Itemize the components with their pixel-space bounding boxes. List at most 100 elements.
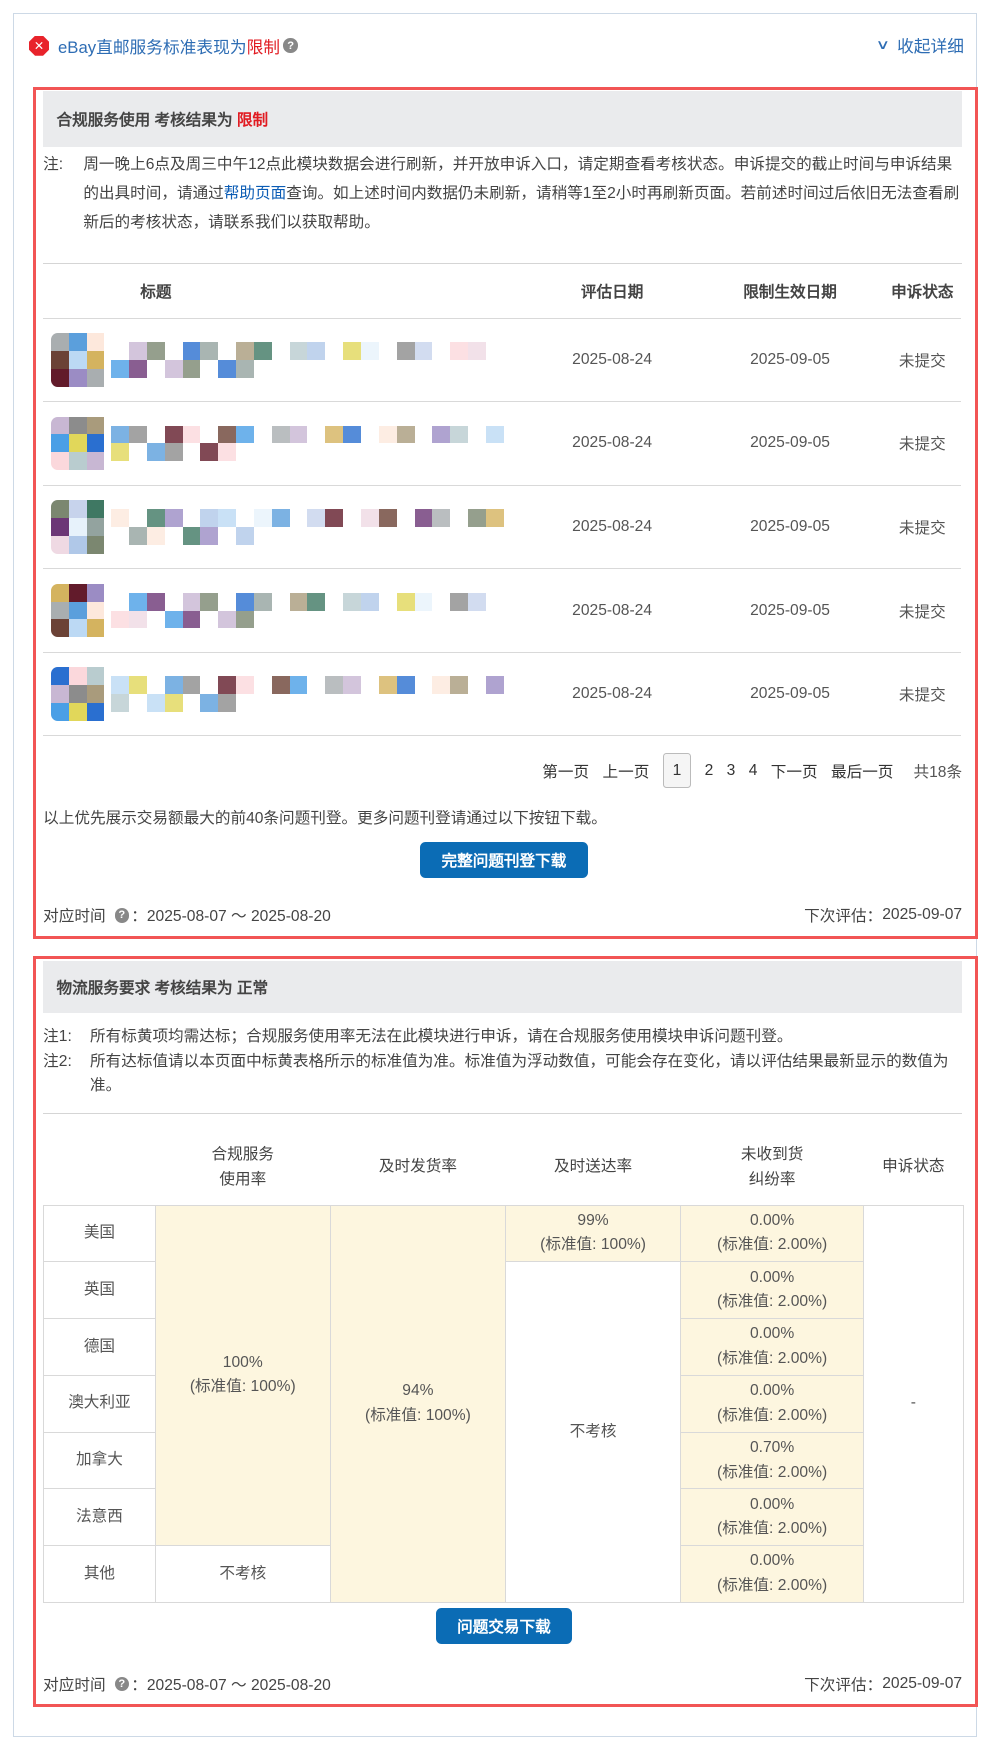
help-icon[interactable]: ? (283, 38, 298, 53)
appeal-status: 未提交 (883, 401, 962, 486)
next-eval-date: 2025-09-07 (882, 1675, 963, 1693)
total-count: 共18条 (913, 763, 963, 781)
country: 德国 (43, 1318, 156, 1376)
th-line: 合规服务 (211, 1146, 274, 1164)
appeal-status: 未提交 (883, 568, 962, 653)
last-page-link[interactable]: 最后一页 (831, 760, 893, 782)
value: 0.00% (749, 1382, 795, 1400)
prev-page-link[interactable]: 上一页 (602, 760, 649, 782)
country: 澳大利亚 (43, 1374, 156, 1433)
listing-title-blurred[interactable] (111, 592, 504, 629)
listing-title-blurred[interactable] (111, 676, 504, 712)
standard: (标准值: 100%) (189, 1378, 296, 1396)
effective-date: 2025-09-05 (696, 485, 884, 570)
pagination: 第一页 上一页 1 2 3 4 下一页 最后一页 共18条 (542, 752, 963, 789)
eval-date: 2025-08-24 (527, 401, 697, 486)
download-listings-button[interactable]: 完整问题刊登下载 (420, 841, 588, 878)
download-transactions-button[interactable]: 问题交易下载 (435, 1608, 572, 1645)
listing-title-blurred[interactable] (111, 425, 504, 462)
col-title: 标题 (43, 264, 269, 319)
effective-date: 2025-09-05 (696, 318, 884, 403)
problem-listings-table: 标题 评估日期 限制生效日期 申诉状态 2025-08-24 2025-09-0… (43, 264, 962, 737)
col-delivery-rate: 及时送达率 (554, 1158, 633, 1176)
col-appeal-status: 申诉状态 (883, 264, 962, 319)
inr-rate-cell: 0.00% (标准值: 2.00%) (680, 1374, 865, 1433)
country: 英国 (43, 1261, 156, 1320)
colon: ： (131, 908, 147, 926)
next-eval-label: 下次评估： (804, 1677, 883, 1695)
listing-thumbnail[interactable] (50, 583, 105, 638)
section-title-text: 合规服务使用 考核结果为 (56, 112, 233, 130)
standard: (标准值: 100%) (540, 1236, 646, 1254)
next-eval: 下次评估： 2025-09-07 (804, 1673, 962, 1695)
logistics-notes: 注1: 所有标黄项均需达标；合规服务使用率无法在此模块进行申诉，请在合规服务使用模… (43, 1025, 962, 1099)
page-3[interactable]: 3 (727, 762, 736, 780)
compliance-section: 合规服务使用 考核结果为 限制 注: 周一晚上6点及周三中午12点此模块数据会进… (33, 87, 979, 940)
header-status: 限制 (246, 37, 281, 57)
col-appeal-status: 申诉状态 (882, 1158, 945, 1176)
compliance-result: 限制 (236, 112, 269, 130)
listing-thumbnail[interactable] (50, 500, 105, 554)
listing-title-blurred[interactable] (111, 509, 504, 545)
divider (43, 1113, 963, 1115)
country: 其他 (43, 1545, 156, 1603)
table-row[interactable]: 2025-08-24 2025-09-05 未提交 (43, 401, 962, 486)
compliance-section-title: 合规服务使用 考核结果为 限制 (43, 91, 963, 147)
delivery-rate-cell: 99% (标准值: 100%) (504, 1204, 682, 1263)
standard: (标准值: 2.00%) (717, 1577, 828, 1595)
standard: (标准值: 2.00%) (717, 1406, 828, 1424)
page-2[interactable]: 2 (705, 762, 714, 780)
effective-date: 2025-09-05 (696, 652, 884, 737)
note2-text: 所有达标值请以本页面中标黄表格所示的标准值为准。标准值为浮动数值，可能会存在变化… (90, 1052, 949, 1095)
eval-date: 2025-08-24 (527, 485, 697, 570)
appeal-status: 未提交 (883, 485, 962, 570)
col-ship-rate: 及时发货率 (378, 1158, 457, 1176)
appeal-status: 未提交 (883, 652, 962, 737)
effective-date: 2025-09-05 (696, 568, 884, 653)
logistics-section: 物流服务要求 考核结果为 正常 注1: 所有标黄项均需达标；合规服务使用率无法在此… (33, 956, 979, 1707)
value: 0.70% (749, 1438, 795, 1456)
note1-text: 所有标黄项均需达标；合规服务使用率无法在此模块进行申诉，请在合规服务使用模块申诉… (90, 1027, 793, 1045)
value: 0.00% (749, 1325, 795, 1343)
value: 0.00% (749, 1268, 795, 1286)
country: 加拿大 (43, 1431, 156, 1490)
logistics-table: 合规服务 使用率 及时发货率 及时送达率 未收到货 纠纷率 申诉状态 美国 100% (… (43, 1131, 964, 1603)
first-page-link[interactable]: 第一页 (542, 760, 589, 782)
period: 对应时间 ? ： 2025-08-07 ～ 2025-08-20 (43, 904, 331, 926)
listing-thumbnail[interactable] (50, 667, 105, 721)
inr-rate-cell: 0.00% (标准值: 2.00%) (680, 1204, 865, 1263)
logistics-result: 正常 (236, 980, 269, 998)
standard: (标准值: 2.00%) (717, 1236, 828, 1254)
value: 0.00% (749, 1495, 795, 1513)
appeal-status-cell: - (863, 1204, 964, 1603)
collapse-details-button[interactable]: ∨ 收起详细 (875, 33, 964, 57)
download-info: 以上优先展示交易额最大的前40条问题刊登。更多问题刊登请通过以下按钮下载。 (43, 810, 607, 828)
value: 99% (577, 1211, 609, 1229)
next-eval-date: 2025-09-07 (882, 906, 963, 924)
page-4[interactable]: 4 (749, 762, 758, 780)
help-icon[interactable]: ? (114, 1676, 130, 1692)
period-value: 2025-08-07 ～ 2025-08-20 (146, 908, 331, 926)
chevron-down-icon: ∨ (875, 37, 891, 53)
next-eval-label: 下次评估： (804, 908, 883, 926)
table-row[interactable]: 2025-08-24 2025-09-05 未提交 (43, 485, 962, 570)
compliance-note: 注: 周一晚上6点及周三中午12点此模块数据会进行刷新，并开放申诉入口，请定期查… (43, 150, 962, 237)
th-line: 未收到货 (740, 1146, 804, 1164)
compliance-rate-cell: 100% (标准值: 100%) (154, 1204, 331, 1547)
period-label: 对应时间 (43, 1677, 106, 1695)
eval-date: 2025-08-24 (527, 568, 697, 653)
listing-thumbnail[interactable] (50, 333, 105, 387)
page-1[interactable]: 1 (662, 752, 692, 789)
table-row[interactable]: 2025-08-24 2025-09-05 未提交 (43, 652, 962, 737)
table-row[interactable]: 2025-08-24 2025-09-05 未提交 (43, 318, 962, 403)
period: 对应时间 ? ： 2025-08-07 ～ 2025-08-20 (43, 1673, 331, 1695)
error-icon: ✕ (29, 35, 50, 56)
table-row[interactable]: 2025-08-24 2025-09-05 未提交 (43, 568, 962, 653)
help-icon[interactable]: ? (114, 908, 130, 923)
listing-thumbnail[interactable] (50, 416, 105, 471)
next-page-link[interactable]: 下一页 (771, 760, 818, 782)
period-value: 2025-08-07 ～ 2025-08-20 (146, 1677, 331, 1695)
help-page-link[interactable]: 帮助页面 (224, 185, 286, 202)
col-compliance-rate: 合规服务 使用率 (155, 1131, 330, 1205)
listing-title-blurred[interactable] (111, 342, 504, 378)
